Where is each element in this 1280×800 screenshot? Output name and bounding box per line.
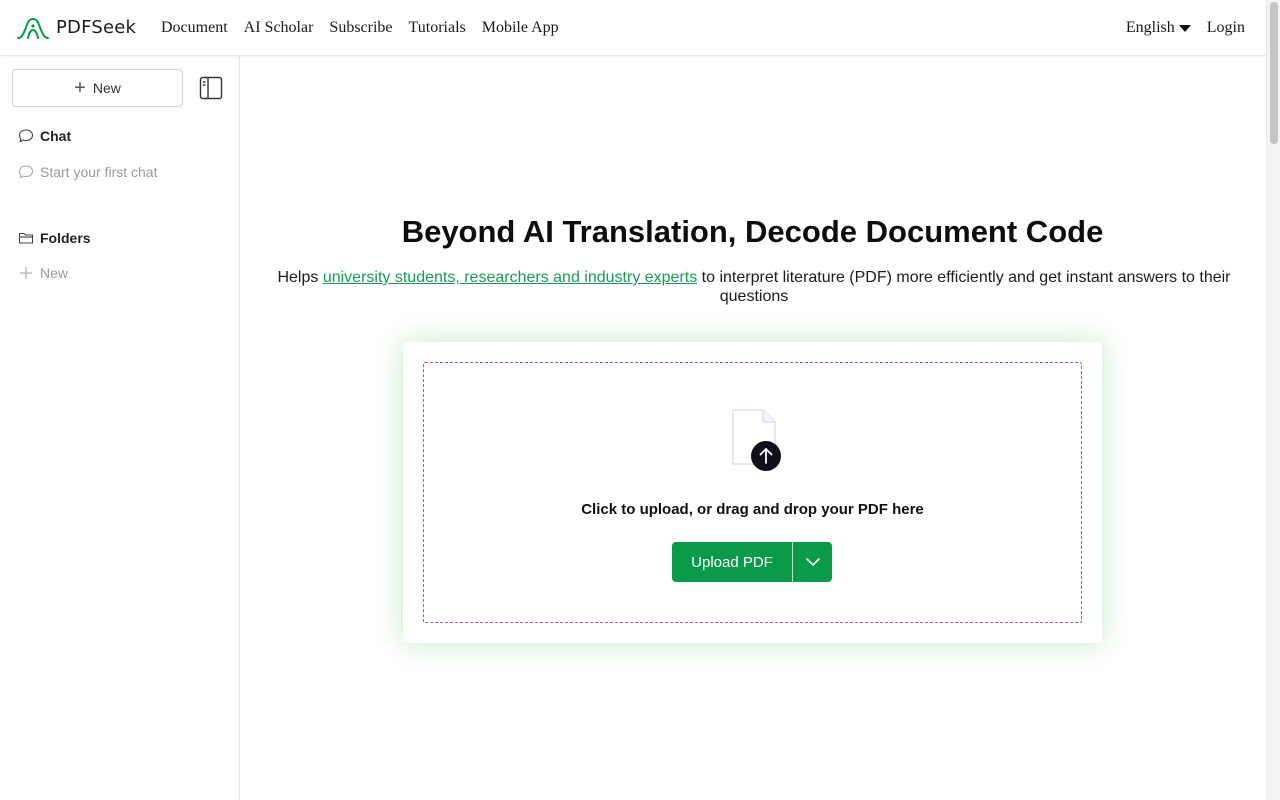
start-first-chat-label: Start your first chat — [40, 164, 158, 180]
dropzone-instructions: Click to upload, or drag and drop your P… — [581, 501, 924, 518]
new-chat-label: New — [92, 80, 121, 96]
pdf-dropzone[interactable]: Click to upload, or drag and drop your P… — [423, 362, 1082, 623]
page-scrollbar[interactable] — [1266, 0, 1280, 800]
sidebar-toggle-icon — [199, 76, 223, 100]
chat-bubble-icon — [18, 129, 34, 143]
scrollbar-thumb[interactable] — [1270, 2, 1278, 144]
chat-section-heading: Chat — [18, 128, 71, 144]
new-folder-label: New — [40, 265, 69, 281]
language-label: English — [1125, 18, 1175, 36]
nav-mobile-app[interactable]: Mobile App — [482, 19, 559, 37]
chat-heading-label: Chat — [40, 128, 72, 144]
plus-icon — [20, 267, 32, 279]
language-selector[interactable]: English — [1126, 19, 1191, 37]
login-link[interactable]: Login — [1207, 19, 1245, 37]
new-chat-button[interactable]: + New — [12, 69, 183, 107]
main-content: Beyond AI Translation, Decode Document C… — [241, 56, 1266, 800]
hero-subtitle-suffix: to interpret literature (PDF) more effic… — [697, 269, 1231, 305]
chat-bubble-icon — [18, 165, 34, 179]
main-nav: Document AI Scholar Subscribe Tutorials … — [161, 19, 575, 37]
plus-icon: + — [74, 77, 86, 99]
folder-icon — [18, 232, 34, 244]
upload-button-group: Upload PDF — [672, 542, 832, 582]
header-actions: English Login — [1126, 19, 1245, 37]
caret-down-icon — [1178, 24, 1191, 32]
brand-logo[interactable]: PDFSeek — [16, 16, 146, 40]
upload-pdf-button[interactable]: Upload PDF — [672, 542, 792, 582]
brand-name: PDFSeek — [56, 17, 137, 38]
folders-section-heading: Folders — [18, 230, 91, 246]
nav-tutorials[interactable]: Tutorials — [409, 19, 466, 37]
nav-subscribe[interactable]: Subscribe — [329, 19, 392, 37]
upload-options-dropdown[interactable] — [792, 542, 832, 582]
hero-subtitle-prefix: Helps — [277, 269, 323, 286]
nav-document[interactable]: Document — [161, 19, 228, 37]
hero-title: Beyond AI Translation, Decode Document C… — [401, 214, 1104, 249]
hero-subtitle: Helps university students, researchers a… — [269, 268, 1239, 306]
sidebar: + New Chat Start your first chat Folders — [0, 56, 240, 800]
chevron-down-icon — [805, 558, 820, 566]
new-folder-item[interactable]: New — [18, 265, 68, 281]
folders-heading-label: Folders — [40, 230, 91, 246]
upload-card: Click to upload, or drag and drop your P… — [403, 342, 1102, 643]
pdfseek-logo-icon — [17, 17, 49, 39]
audience-link[interactable]: university students, researchers and ind… — [323, 269, 697, 286]
top-navbar: PDFSeek Document AI Scholar Subscribe Tu… — [0, 0, 1266, 56]
file-upload-icon — [731, 409, 781, 471]
sidebar-toggle-button[interactable] — [199, 76, 223, 100]
nav-ai-scholar[interactable]: AI Scholar — [244, 19, 314, 37]
start-first-chat-item[interactable]: Start your first chat — [18, 164, 157, 180]
